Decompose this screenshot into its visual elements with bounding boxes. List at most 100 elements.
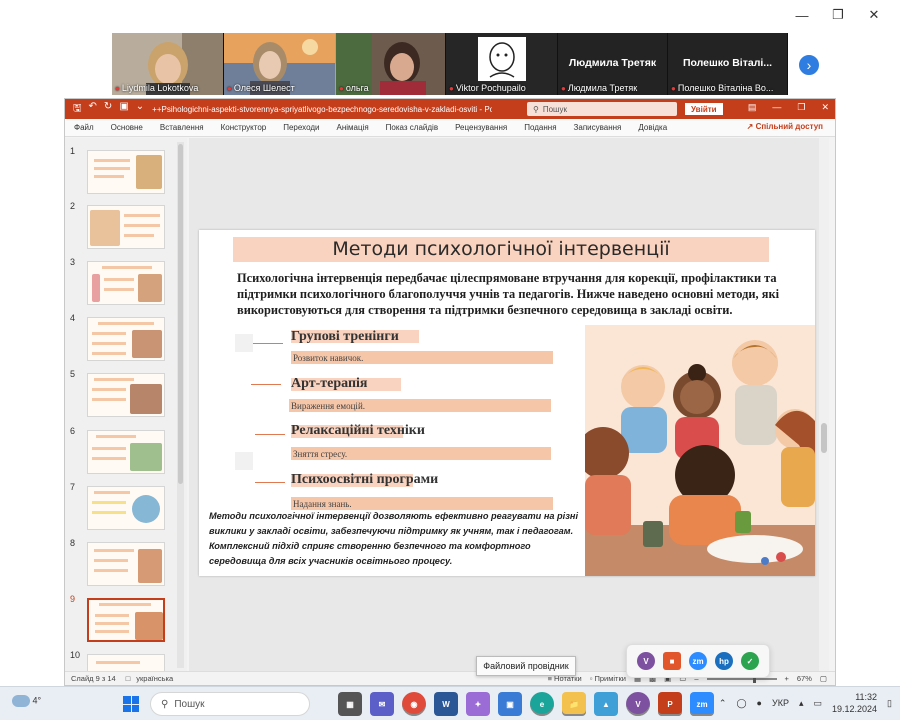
accessibility-icon[interactable]: □ [126,674,131,683]
mic-icon[interactable]: ● [757,698,762,708]
chrome-icon[interactable]: ◉ [402,692,426,716]
network-off-icon[interactable]: ◯ [736,698,746,709]
keyboard-language[interactable]: УКР [772,698,789,708]
chevron-right-icon: › [806,57,812,73]
ppt-search-box[interactable]: ⚲ Пошук [527,102,677,116]
slide-thumbnail[interactable]: 3 [65,257,177,307]
battery-icon[interactable]: ▭ [813,698,822,709]
ribbon-display-icon[interactable]: ▤ [748,102,757,113]
slide-title[interactable]: Методи психологічної інтервенції [233,238,769,260]
slide-thumbnail[interactable]: 4 [65,313,177,363]
office-icon[interactable]: ■ [663,652,681,670]
chevron-up-icon[interactable]: ⌃ [719,698,727,709]
tab-design[interactable]: Конструктор [212,123,275,132]
tab-slideshow[interactable]: Показ слайдів [377,123,446,132]
restore-icon[interactable]: ❐ [820,6,856,24]
word-icon[interactable]: W [434,692,458,716]
viber-icon[interactable]: V [637,652,655,670]
tab-animations[interactable]: Анімація [327,123,376,132]
ppt-titlebar: 🖫 ↶ ↻ ▣ ⌄ ++Psihologichni-aspekti-stvore… [65,99,835,119]
powerpoint-icon[interactable]: P [658,692,682,716]
restore-icon[interactable]: ❐ [797,102,805,113]
method-description[interactable]: Зняття стресу. [293,449,347,459]
customize-icon[interactable]: ⌄ [136,101,144,118]
participant-tile-active-speaker[interactable]: ● Олеся Шелест [224,33,336,95]
participant-tile[interactable]: Людмила Третяк ● Людмила Третяк [558,33,668,95]
thumbnails-scrollbar[interactable] [177,142,184,668]
task-view-icon[interactable]: ▦ [338,692,362,716]
copilot-icon[interactable]: ✦ [466,692,490,716]
edge-icon[interactable]: e [530,692,554,716]
method-title[interactable]: Психоосвітні програми [291,472,438,488]
viber-taskbar-icon[interactable]: V [626,692,650,716]
slide-thumbnail[interactable]: 1 [65,146,177,196]
participant-display-name: Людмила Третяк [568,57,657,69]
photos-icon[interactable]: ▲ [594,692,618,716]
tab-view[interactable]: Подання [515,123,564,132]
next-page-button[interactable]: › [797,53,821,77]
zoom-tray-icon[interactable]: zm [689,652,707,670]
start-button[interactable] [123,696,139,712]
redo-icon[interactable]: ↻ [104,101,112,118]
signin-button[interactable]: Увійти [685,103,723,115]
tab-review[interactable]: Рецензування [446,123,515,132]
slide-thumbnail[interactable]: 8 [65,538,177,588]
participant-tile[interactable]: ● Liydmila Lokotkova [112,33,224,95]
mic-muted-icon: ● [671,83,676,93]
hp-icon[interactable]: hp [715,652,733,670]
slide-thumbnail[interactable]: 6 [65,426,177,476]
close-icon[interactable]: ✕ [821,102,829,113]
save-icon[interactable]: 🖫 [73,101,82,118]
method-title[interactable]: Арт-терапія [291,376,367,392]
participant-tile[interactable]: ● ольга [336,33,446,95]
clock[interactable]: 11:32 19.12.2024 [832,691,877,715]
close-icon[interactable]: ✕ [856,6,892,24]
editor-scrollbar[interactable] [819,138,829,672]
slide-thumbnail[interactable]: 10 [65,650,177,672]
slideshow-icon[interactable]: ▣ [119,101,128,118]
volume-icon[interactable]: ▴ [799,698,804,709]
undo-icon[interactable]: ↶ [89,101,97,118]
children-painting-illustration[interactable] [585,325,815,576]
zoom-level[interactable]: 67% [797,674,812,683]
comments-button[interactable]: ▫ Примітки [590,674,626,683]
minimize-icon[interactable]: — [772,102,781,113]
slide-thumbnail[interactable]: 2 [65,201,177,251]
system-tray: ⌃ ◯ ● УКР ▴ ▭ 11:32 19.12.2024 ▯ [719,691,892,715]
tab-transitions[interactable]: Переходи [274,123,327,132]
minimize-icon[interactable]: — [784,6,820,24]
tab-home[interactable]: Основне [102,123,151,132]
language-status[interactable]: українська [136,674,173,683]
zoom-icon[interactable]: zm [690,692,714,716]
taskbar-search[interactable]: ⚲ Пошук [150,692,310,716]
method-description[interactable]: Розвиток навичок. [293,353,363,363]
tab-file[interactable]: Файл [65,123,102,132]
current-slide[interactable]: Методи психологічної інтервенції Психоло… [199,230,815,576]
participant-tile[interactable]: Полешко Віталі... ● Полешко Віталіна Во..… [668,33,788,95]
weather-widget[interactable]: 4° [12,695,41,707]
chat-icon[interactable]: ✉ [370,692,394,716]
slide-conclusion-text[interactable]: Методи психологічної інтервенції дозволя… [209,509,589,569]
tab-help[interactable]: Довідка [629,123,675,132]
method-description[interactable]: Вираження емоцій. [291,401,365,411]
slide-thumbnail-selected[interactable]: 9 [65,594,177,644]
participant-name: ольга [345,83,369,93]
tab-recording[interactable]: Записування [565,123,630,132]
fit-slide-icon[interactable]: ▢ [820,674,827,683]
tab-insert[interactable]: Вставлення [151,123,212,132]
slide-editor: Методи психологічної інтервенції Психоло… [189,138,829,672]
method-title[interactable]: Групові тренінги [291,329,399,345]
slide-thumbnail[interactable]: 7 [65,482,177,532]
security-icon[interactable]: ✓ [741,652,759,670]
zoom-in-icon[interactable]: + [785,674,789,683]
file-explorer-icon[interactable]: 📁 [562,692,586,716]
share-button[interactable]: ↗ Спільний доступ [747,122,823,131]
method-description[interactable]: Надання знань. [293,499,352,509]
participant-name: Полешко Віталіна Во... [677,83,774,93]
store-icon[interactable]: ▣ [498,692,522,716]
slide-thumbnail[interactable]: 5 [65,369,177,419]
participant-tile[interactable]: ● Viktor Pochupailo [446,33,558,95]
slide-intro-text[interactable]: Психологічна інтервенція передбачає ціле… [237,270,803,318]
method-title[interactable]: Релаксаційні техніки [291,423,425,439]
notifications-icon[interactable]: ▯ [887,698,892,709]
